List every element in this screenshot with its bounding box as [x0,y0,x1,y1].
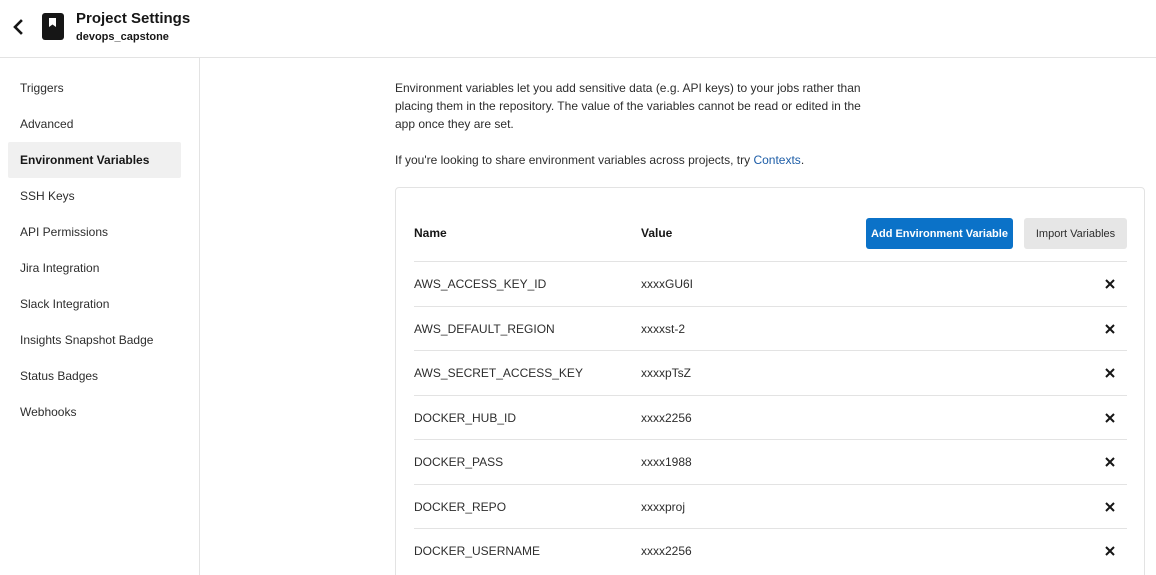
bookmark-book-icon [42,13,64,40]
sidebar-item-webhooks[interactable]: Webhooks [8,394,181,430]
variable-name: AWS_ACCESS_KEY_ID [414,277,547,291]
sidebar-item-environment-variables[interactable]: Environment Variables [8,142,181,178]
table-row: DOCKER_REPO xxxxproj [414,483,1127,529]
env-vars-card: Name Value Add Environment Variable Impo… [395,187,1145,575]
sidebar-item-api-permissions[interactable]: API Permissions [8,214,181,250]
env-vars-description: Environment variables let you add sensit… [395,81,861,131]
close-icon[interactable] [1104,323,1116,335]
table-row: AWS_DEFAULT_REGION xxxxst-2 [414,305,1127,351]
variable-name: DOCKER_REPO [414,499,507,514]
sidebar-item-status-badges[interactable]: Status Badges [8,358,181,394]
settings-sidebar: Triggers Advanced Environment Variables … [0,58,200,575]
variable-value: xxxx2256 [641,544,692,558]
close-icon[interactable] [1104,456,1116,468]
variable-value: xxxx2256 [641,410,692,425]
chevron-left-icon [13,19,23,35]
name-column-header: Name [414,226,447,240]
sidebar-item-advanced[interactable]: Advanced [8,106,181,142]
sidebar-item-jira-integration[interactable]: Jira Integration [8,250,181,286]
close-icon[interactable] [1104,545,1116,557]
close-icon[interactable] [1104,412,1116,424]
sidebar-item-triggers[interactable]: Triggers [8,70,181,106]
add-environment-variable-button[interactable]: Add Environment Variable [866,218,1013,249]
table-row: DOCKER_USERNAME xxxx2256 [414,528,1127,573]
close-icon[interactable] [1104,367,1116,379]
page-title: Project Settings [76,10,191,27]
table-row: AWS_SECRET_ACCESS_KEY xxxxpTsZ [414,350,1127,395]
sidebar-item-insights-snapshot-badge[interactable]: Insights Snapshot Badge [8,322,181,358]
project-name: devops_capstone [76,31,169,43]
table-row: AWS_ACCESS_KEY_ID xxxxGU6I [414,261,1127,306]
table-row: DOCKER_PASS xxxx1988 [414,439,1127,484]
variable-value: xxxx1988 [641,455,692,469]
env-vars-table: AWS_ACCESS_KEY_ID xxxxGU6I AWS_DEFAULT_R… [414,261,1127,573]
share-hint-text: If you're looking to share environment v… [395,153,754,167]
variable-value: xxxxGU6I [641,277,694,291]
variable-name: DOCKER_HUB_ID [414,410,517,425]
sidebar-item-ssh-keys[interactable]: SSH Keys [8,178,181,214]
contexts-link[interactable]: Contexts [753,153,800,167]
share-hint: If you're looking to share environment v… [395,151,804,169]
table-row: DOCKER_HUB_ID xxxx2256 [414,394,1127,440]
close-icon[interactable] [1104,278,1116,290]
close-icon[interactable] [1104,501,1116,513]
variable-value: xxxxpTsZ [641,366,692,380]
import-variables-button[interactable]: Import Variables [1024,218,1127,249]
variable-name: AWS_DEFAULT_REGION [414,321,555,336]
share-hint-suffix: . [800,153,805,167]
variable-name: DOCKER_USERNAME [414,544,541,558]
variable-value: xxxxproj [641,499,686,514]
variable-value: xxxxst-2 [641,321,686,336]
variable-name: DOCKER_PASS [414,455,504,469]
variable-name: AWS_SECRET_ACCESS_KEY [414,366,583,380]
sidebar-item-slack-integration[interactable]: Slack Integration [8,286,181,322]
value-column-header: Value [641,226,673,240]
page-header: Project Settings devops_capstone [0,0,1156,58]
back-button[interactable] [9,16,27,38]
